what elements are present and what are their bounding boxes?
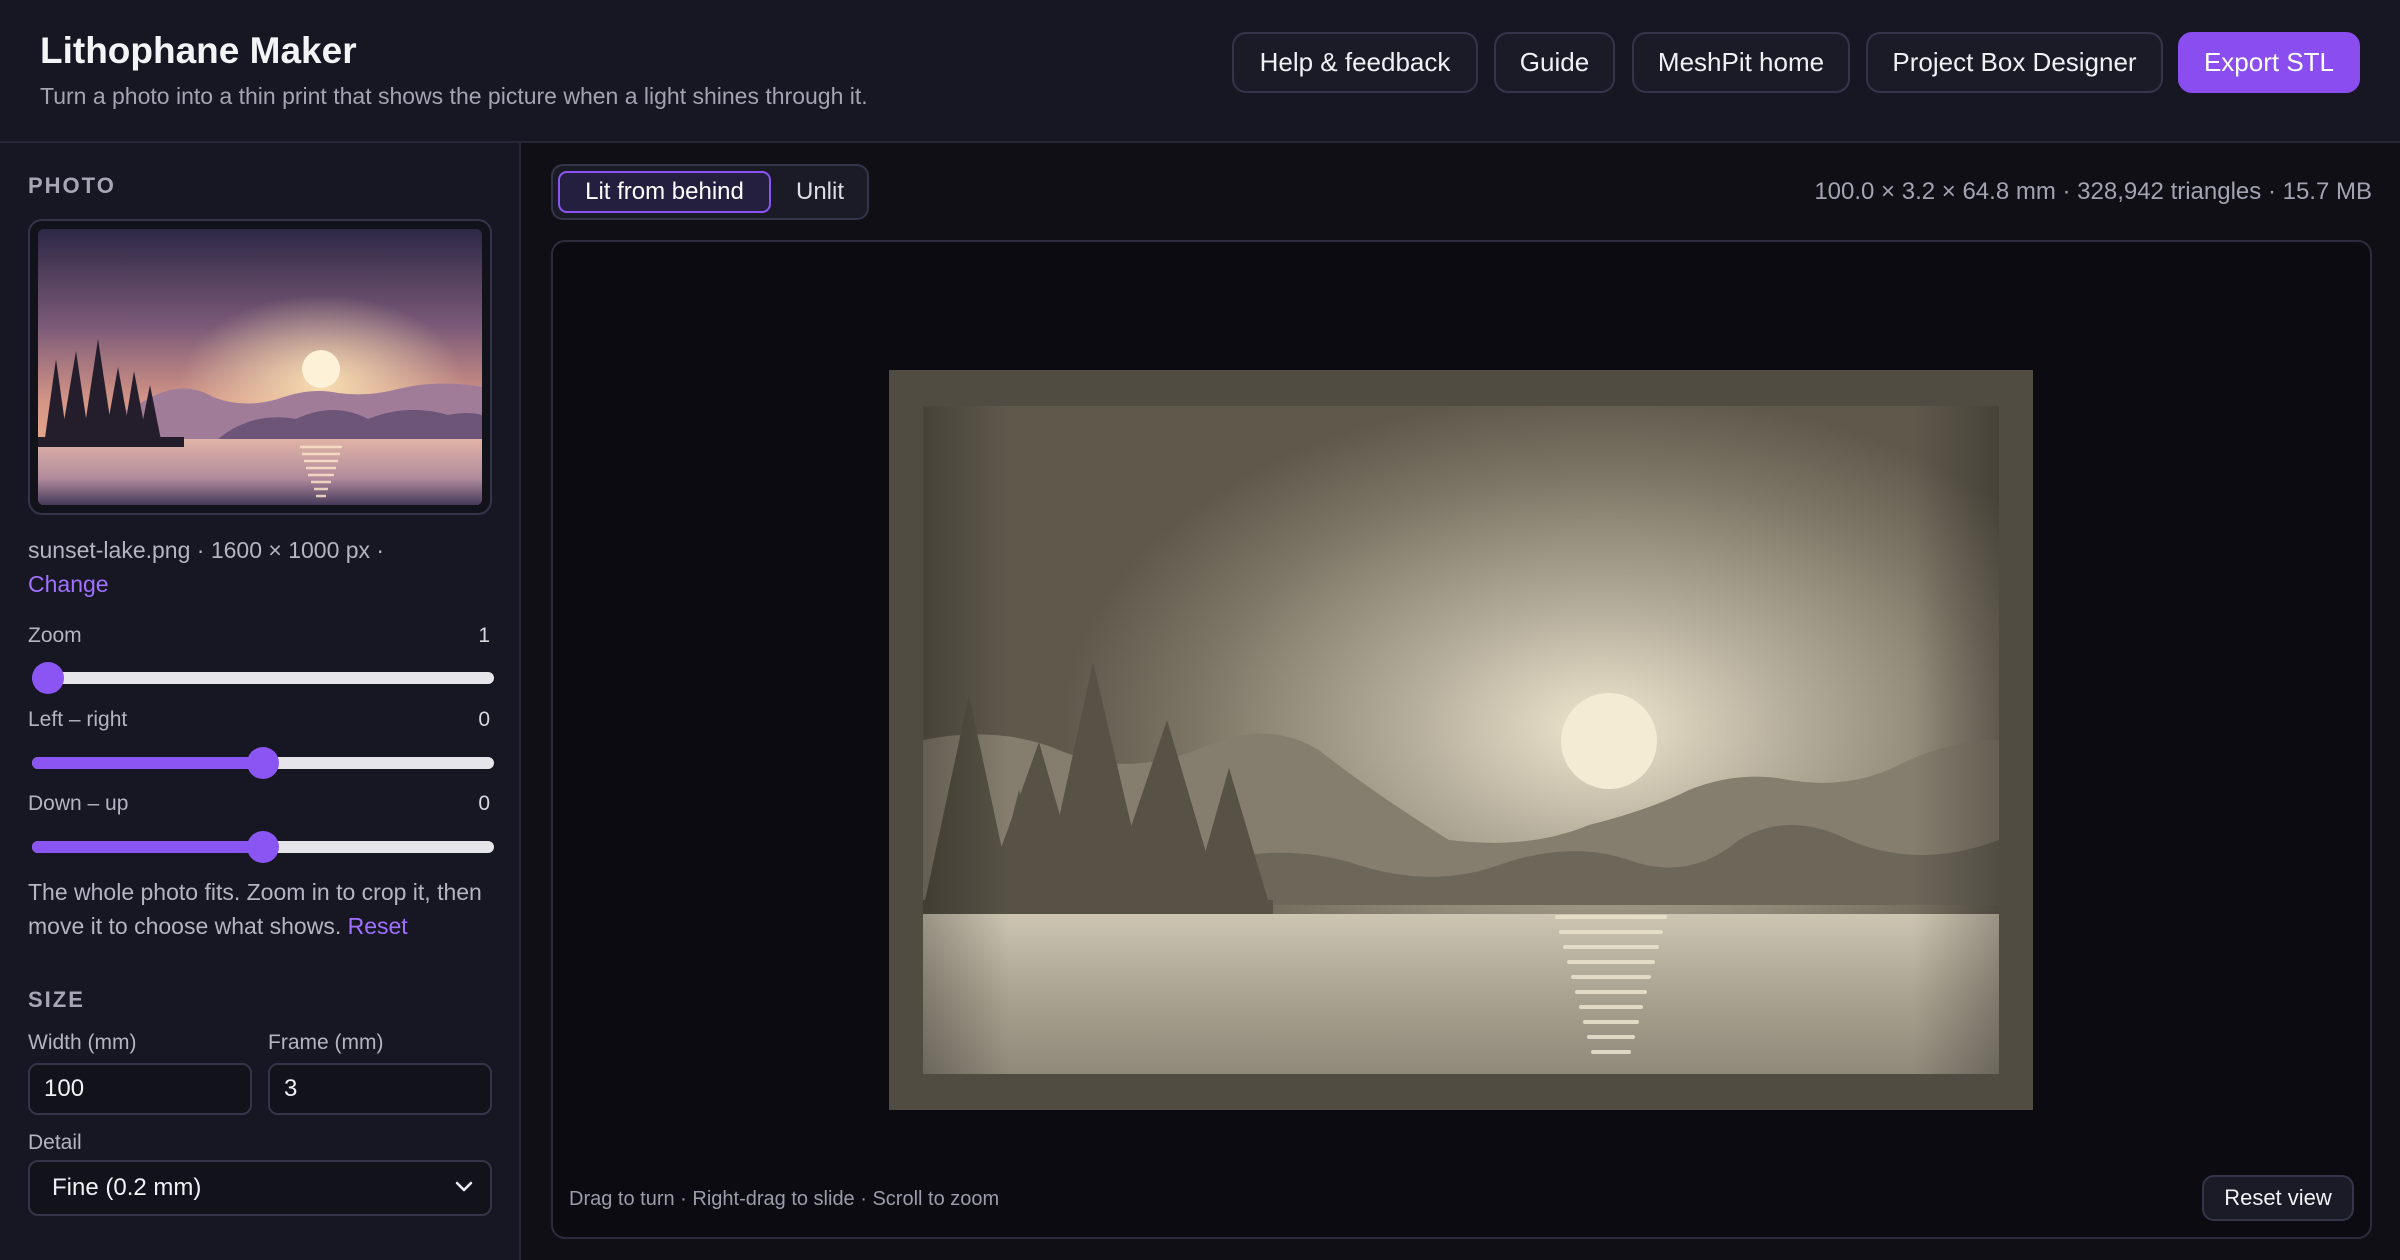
width-input[interactable] xyxy=(28,1063,252,1115)
photo-section-heading: PHOTO xyxy=(28,173,116,198)
project-box-designer-button[interactable]: Project Box Designer xyxy=(1866,32,2163,93)
viewport-controls-hint: Drag to turn · Right-drag to slide · Scr… xyxy=(569,1188,1000,1210)
app-header: Lithophane Maker Turn a photo into a thi… xyxy=(0,0,2400,143)
reset-view-button[interactable]: Reset view xyxy=(2202,1175,2354,1221)
3d-viewport[interactable]: Drag to turn · Right-drag to slide · Scr… xyxy=(551,240,2372,1239)
meshpit-home-button[interactable]: MeshPit home xyxy=(1632,32,1850,93)
down-up-value: 0 xyxy=(478,792,490,815)
help-feedback-button[interactable]: Help & feedback xyxy=(1232,32,1478,93)
crop-hint: The whole photo fits. Zoom in to crop it… xyxy=(28,875,498,943)
zoom-slider-handle[interactable] xyxy=(32,662,64,694)
frame-label: Frame (mm) xyxy=(268,1031,384,1054)
change-photo-link[interactable]: Change xyxy=(28,571,109,597)
settings-sidebar: PHOTO sunset-lake.png · 1600 × 1000 px ·… xyxy=(0,143,521,1260)
width-label: Width (mm) xyxy=(28,1031,137,1054)
photo-thumbnail[interactable] xyxy=(28,219,492,515)
crop-hint-text: The whole photo fits. Zoom in to crop it… xyxy=(28,879,482,939)
model-stats: 100.0 × 3.2 × 64.8 mm · 328,942 triangle… xyxy=(1814,178,2372,205)
down-up-label: Down – up xyxy=(28,792,129,815)
app-title: Lithophane Maker xyxy=(40,30,357,71)
left-right-slider-handle[interactable] xyxy=(247,747,279,779)
left-right-slider-fill xyxy=(32,757,263,769)
size-section-heading: SIZE xyxy=(28,987,85,1012)
lithophane-render xyxy=(889,370,2033,1110)
zoom-slider[interactable] xyxy=(32,662,494,694)
detail-select[interactable]: Fine (0.2 mm) xyxy=(28,1160,492,1216)
detail-select-value: Fine (0.2 mm) xyxy=(52,1174,202,1201)
photo-file-name: sunset-lake.png · 1600 × 1000 px · xyxy=(28,537,385,563)
photo-file-info: sunset-lake.png · 1600 × 1000 px · Chang… xyxy=(28,533,498,601)
app-subtitle: Turn a photo into a thin print that show… xyxy=(40,83,868,109)
detail-label: Detail xyxy=(28,1131,82,1154)
zoom-label: Zoom xyxy=(28,624,82,647)
left-right-label: Left – right xyxy=(28,708,128,731)
frame-input[interactable] xyxy=(268,1063,492,1115)
down-up-slider-handle[interactable] xyxy=(247,831,279,863)
lit-from-behind-button[interactable]: Lit from behind xyxy=(558,171,771,213)
photo-thumbnail-image xyxy=(38,229,482,505)
export-stl-button[interactable]: Export STL xyxy=(2178,32,2360,93)
zoom-value: 1 xyxy=(478,624,490,647)
down-up-slider-fill xyxy=(32,841,263,853)
lighting-mode-toggle: Lit from behind Unlit xyxy=(551,164,869,220)
reset-crop-link[interactable]: Reset xyxy=(348,913,408,939)
lithophane-preview xyxy=(889,370,2033,1110)
guide-button[interactable]: Guide xyxy=(1494,32,1615,93)
down-up-slider[interactable] xyxy=(32,831,494,863)
chevron-down-icon xyxy=(455,1181,473,1192)
left-right-slider[interactable] xyxy=(32,747,494,779)
left-right-value: 0 xyxy=(478,708,490,731)
unlit-button[interactable]: Unlit xyxy=(777,171,863,213)
